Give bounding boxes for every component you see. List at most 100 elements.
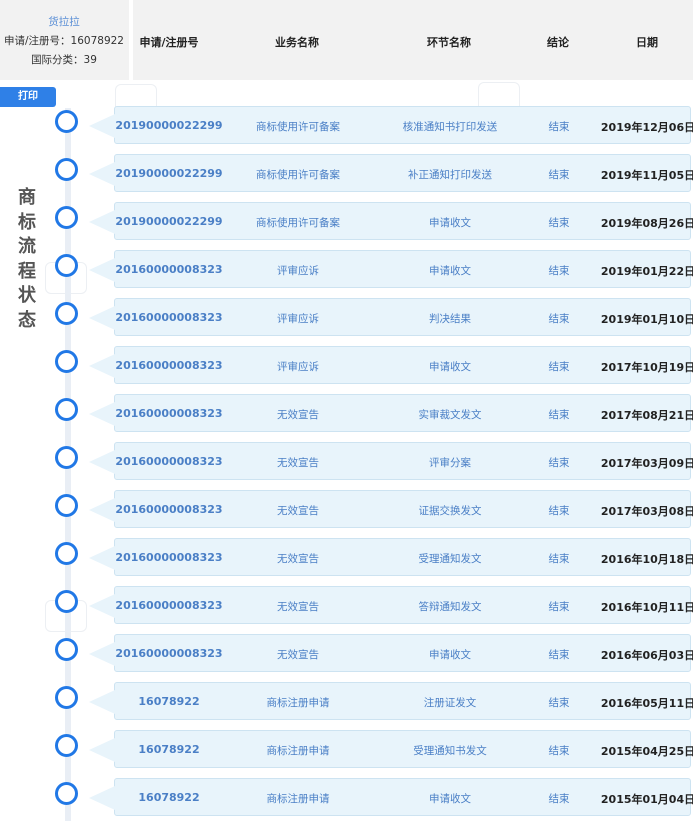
side-title-char: 程 [18,260,36,282]
table-row[interactable]: 20160000008323 无效宣告 实审裁文发文 结束 2017年08月21日 [89,394,693,432]
column-header-reg: 申请/注册号 [139,36,199,49]
cell-step-name[interactable]: 受理通知书发文 [413,743,487,758]
international-class: 国际分类：39 [31,54,97,66]
trademark-info: 货拉拉 申请/注册号：16078922 国际分类：39 [0,0,128,80]
timeline-node-icon [55,638,78,661]
table-row[interactable]: 20190000022299 商标使用许可备案 补正通知打印发送 结束 2019年11月… [89,154,693,192]
cell-business-name[interactable]: 商标注册申请 [267,743,330,758]
cell-business-name[interactable]: 无效宣告 [277,503,319,518]
cell-reg-number[interactable]: 20190000022299 [115,119,222,132]
table-row[interactable]: 16078922 商标注册申请 申请收文 结束 2015年01月04日 [89,778,693,816]
table-row[interactable]: 16078922 商标注册申请 注册证发文 结束 2016年05月11日 [89,682,693,720]
cell-reg-number[interactable]: 20160000008323 [115,311,222,324]
table-row[interactable]: 20160000008323 无效宣告 受理通知发文 结束 2016年10月18日 [89,538,693,576]
cell-reg-number[interactable]: 20160000008323 [115,359,222,372]
cell-reg-number[interactable]: 20160000008323 [115,647,222,660]
cell-date: 2019年11月05日 [600,169,693,182]
applicant-name[interactable]: 货拉拉 [0,14,128,29]
cell-reg-number[interactable]: 16078922 [138,695,199,708]
row-pointer [89,738,115,762]
cell-date: 2017年03月09日 [600,457,693,470]
print-button[interactable]: 打印 [0,87,56,107]
cell-step-name[interactable]: 评审分案 [429,455,471,470]
cell-step-name[interactable]: 判决结果 [429,311,471,326]
side-title-char: 标 [18,211,36,233]
cell-business-name[interactable]: 无效宣告 [277,647,319,662]
cell-step-name[interactable]: 答辩通知发文 [419,599,482,614]
cell-result: 结束 [548,601,570,613]
cell-result: 结束 [548,649,570,661]
cell-business-name[interactable]: 商标使用许可备案 [256,119,340,134]
timeline-node-icon [55,446,78,469]
column-header-result: 结论 [547,36,569,49]
table-row[interactable]: 20160000008323 无效宣告 证据交换发文 结束 2017年03月08日 [89,490,693,528]
cell-step-name[interactable]: 申请收文 [429,263,471,278]
table-row[interactable]: 20160000008323 评审应诉 申请收文 结束 2019年01月22日 [89,250,693,288]
cell-reg-number[interactable]: 16078922 [138,791,199,804]
cell-reg-number[interactable]: 20160000008323 [115,599,222,612]
cell-step-name[interactable]: 证据交换发文 [419,503,482,518]
row-pointer [89,498,115,522]
cell-business-name[interactable]: 商标注册申请 [267,695,330,710]
cell-business-name[interactable]: 评审应诉 [277,263,319,278]
cell-business-name[interactable]: 商标使用许可备案 [256,215,340,230]
cell-step-name[interactable]: 核准通知书打印发送 [403,119,498,134]
row-pointer [89,306,115,330]
cell-reg-number[interactable]: 20160000008323 [115,407,222,420]
table-row[interactable]: 20190000022299 商标使用许可备案 申请收文 结束 2019年08月26日 [89,202,693,240]
cell-business-name[interactable]: 无效宣告 [277,551,319,566]
row-pointer [89,786,115,810]
cell-step-name[interactable]: 申请收文 [429,359,471,374]
row-pointer [89,114,115,138]
timeline-node-icon [55,206,78,229]
table-row[interactable]: 20190000022299 商标使用许可备案 核准通知书打印发送 结束 2019年12… [89,106,693,144]
column-header-step: 环节名称 [427,36,471,49]
timeline-node-icon [55,734,78,757]
cell-reg-number[interactable]: 20190000022299 [115,215,222,228]
cell-step-name[interactable]: 申请收文 [429,215,471,230]
cell-result: 结束 [548,793,570,805]
cell-result: 结束 [548,697,570,709]
cell-business-name[interactable]: 无效宣告 [277,599,319,614]
table-header: 货拉拉 申请/注册号：16078922 国际分类：39 申请/注册号 业务名称 … [0,0,693,80]
cell-business-name[interactable]: 无效宣告 [277,407,319,422]
cell-business-name[interactable]: 无效宣告 [277,455,319,470]
cell-business-name[interactable]: 商标使用许可备案 [256,167,340,182]
cell-date: 2016年05月11日 [600,697,693,710]
cell-business-name[interactable]: 商标注册申请 [267,791,330,806]
cell-reg-number[interactable]: 20160000008323 [115,263,222,276]
cell-reg-number[interactable]: 20160000008323 [115,503,222,516]
cell-step-name[interactable]: 补正通知打印发送 [408,167,492,182]
cell-date: 2015年01月04日 [600,793,693,806]
cell-step-name[interactable]: 申请收文 [429,791,471,806]
cell-reg-number[interactable]: 20160000008323 [115,455,222,468]
cell-result: 结束 [548,457,570,469]
timeline-node-icon [55,254,78,277]
cell-date: 2016年10月18日 [600,553,693,566]
cell-business-name[interactable]: 评审应诉 [277,359,319,374]
row-pointer [89,450,115,474]
table-row[interactable]: 16078922 商标注册申请 受理通知书发文 结束 2015年04月25日 [89,730,693,768]
row-pointer [89,546,115,570]
cell-result: 结束 [548,217,570,229]
timeline-node-icon [55,302,78,325]
cell-step-name[interactable]: 申请收文 [429,647,471,662]
row-pointer [89,690,115,714]
table-row[interactable]: 20160000008323 无效宣告 答辩通知发文 结束 2016年10月11日 [89,586,693,624]
cell-step-name[interactable]: 实审裁文发文 [419,407,482,422]
cell-step-name[interactable]: 注册证发文 [424,695,477,710]
row-pointer [89,402,115,426]
column-header-business: 业务名称 [275,36,319,49]
table-row[interactable]: 20160000008323 无效宣告 评审分案 结束 2017年03月09日 [89,442,693,480]
cell-business-name[interactable]: 评审应诉 [277,311,319,326]
cell-step-name[interactable]: 受理通知发文 [419,551,482,566]
table-row[interactable]: 20160000008323 评审应诉 申请收文 结束 2017年10月19日 [89,346,693,384]
cell-reg-number[interactable]: 20160000008323 [115,551,222,564]
cell-reg-number[interactable]: 16078922 [138,743,199,756]
cell-reg-number[interactable]: 20190000022299 [115,167,222,180]
table-row[interactable]: 20160000008323 评审应诉 判决结果 结束 2019年01月10日 [89,298,693,336]
cell-date: 2017年10月19日 [600,361,693,374]
side-title-char: 流 [18,236,36,257]
table-row[interactable]: 20160000008323 无效宣告 申请收文 结束 2016年06月03日 [89,634,693,672]
cell-date: 2019年01月22日 [600,265,693,278]
